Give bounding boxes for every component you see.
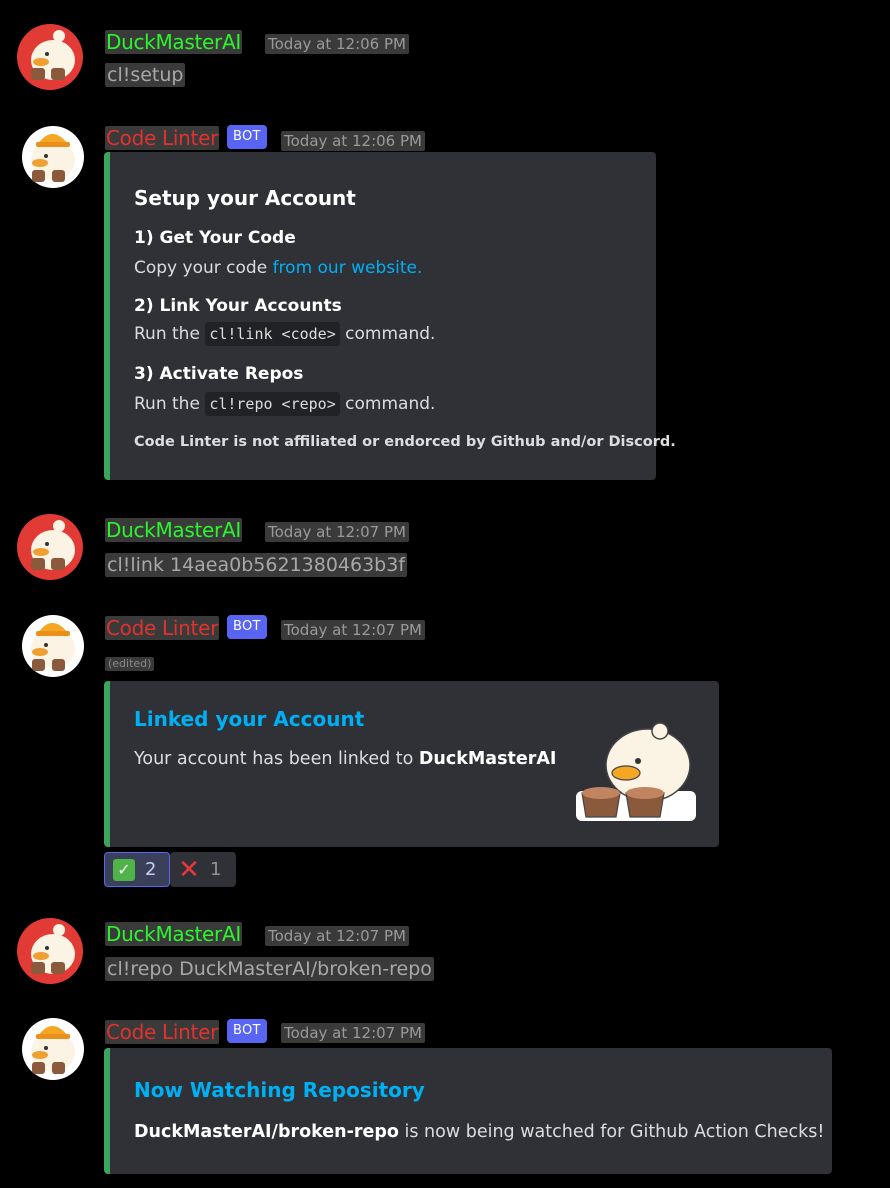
bot-badge: BOT <box>227 1019 267 1043</box>
timestamp: Today at 12:07 PM <box>265 926 409 946</box>
inline-code: cl!link <code> <box>205 322 340 346</box>
reactions-bar: ✓ 2 ✕ 1 <box>104 852 236 887</box>
author-name[interactable]: Code Linter <box>105 616 220 640</box>
duck-thumbnail-image <box>576 722 696 821</box>
message-text: cl!repo DuckMasterAI/broken-repo <box>105 957 434 981</box>
timestamp: Today at 12:06 PM <box>265 34 409 54</box>
reaction-count: 2 <box>145 859 157 880</box>
timestamp: Today at 12:07 PM <box>281 1023 425 1043</box>
user-avatar[interactable] <box>17 514 83 580</box>
field-value: Run the cl!repo <repo> command. <box>134 392 436 416</box>
reaction-check[interactable]: ✓ 2 <box>104 852 170 887</box>
edited-label: (edited) <box>105 657 155 671</box>
user-avatar[interactable] <box>17 24 83 90</box>
author-name[interactable]: DuckMasterAI <box>105 518 242 542</box>
author-name[interactable]: Code Linter <box>105 1020 220 1044</box>
timestamp: Today at 12:07 PM <box>281 620 425 640</box>
embed-title[interactable]: Now Watching Repository <box>134 1078 425 1102</box>
timestamp: Today at 12:07 PM <box>265 522 409 542</box>
website-link[interactable]: from our website. <box>273 258 423 278</box>
watching-embed: Now Watching Repository DuckMasterAI/bro… <box>104 1048 832 1174</box>
field-name: 1) Get Your Code <box>134 228 296 248</box>
field-value: Run the cl!link <code> command. <box>134 322 436 346</box>
reaction-cross[interactable]: ✕ 1 <box>170 852 236 887</box>
field-name: 3) Activate Repos <box>134 364 304 384</box>
embed-footer: Code Linter is not affiliated or endorce… <box>134 434 676 450</box>
embed-description: DuckMasterAI/broken-repo is now being wa… <box>134 1122 825 1142</box>
author-name[interactable]: DuckMasterAI <box>105 30 242 54</box>
check-mark-icon: ✓ <box>113 858 135 881</box>
user-avatar[interactable] <box>17 918 83 984</box>
embed-title: Setup your Account <box>134 186 356 210</box>
message-text: cl!link 14aea0b5621380463b3f <box>105 553 408 577</box>
inline-code: cl!repo <repo> <box>205 392 340 416</box>
author-name[interactable]: Code Linter <box>105 126 220 150</box>
bot-avatar[interactable] <box>22 1018 84 1080</box>
linked-embed: Linked your Account Your account has bee… <box>104 681 719 847</box>
bot-avatar[interactable] <box>22 126 84 188</box>
message-text: cl!setup <box>105 63 186 87</box>
author-name[interactable]: DuckMasterAI <box>105 922 242 946</box>
embed-description: Your account has been linked to DuckMast… <box>134 749 557 769</box>
field-value: Copy your code from our website. <box>134 258 423 278</box>
setup-embed: Setup your Account 1) Get Your Code Copy… <box>104 152 676 480</box>
embed-title[interactable]: Linked your Account <box>134 707 364 731</box>
cross-mark-icon: ✕ <box>178 854 200 885</box>
reaction-count: 1 <box>210 859 222 880</box>
bot-badge: BOT <box>227 615 267 639</box>
bot-avatar[interactable] <box>22 615 84 677</box>
bot-badge: BOT <box>227 125 267 149</box>
field-name: 2) Link Your Accounts <box>134 296 342 316</box>
timestamp: Today at 12:06 PM <box>281 131 425 151</box>
